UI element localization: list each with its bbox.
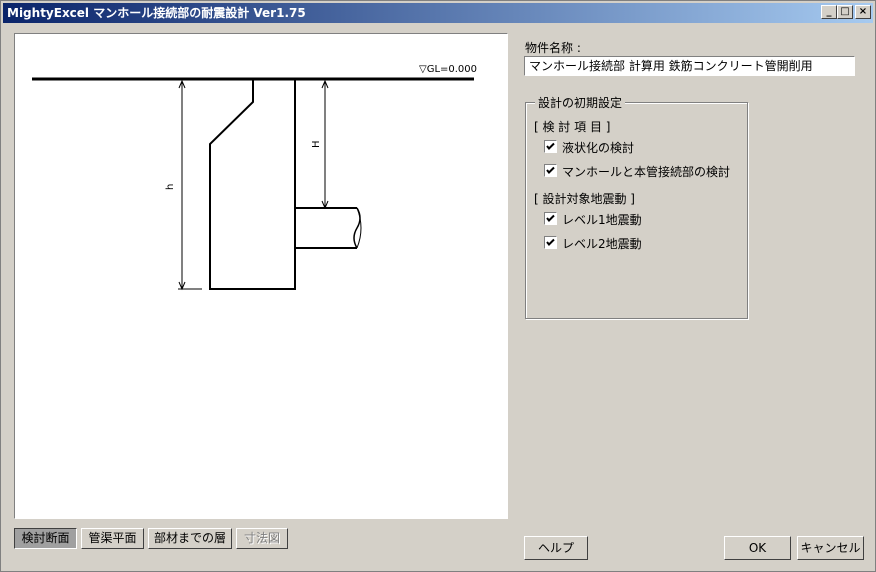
tab-pipe-plan[interactable]: 管渠平面 — [81, 528, 144, 549]
project-name-label: 物件名称 : — [525, 41, 581, 55]
liquefaction-checkbox[interactable] — [544, 140, 557, 153]
level2-label: レベル2地震動 — [562, 237, 642, 251]
joint-check-label: マンホールと本管接続部の検討 — [562, 165, 731, 179]
dim-h-label: h — [165, 184, 176, 190]
cancel-button[interactable]: キャンセル — [797, 536, 864, 560]
help-button[interactable]: ヘルプ — [524, 536, 588, 560]
maximize-button[interactable]: □ — [837, 5, 853, 19]
check-icon — [546, 238, 555, 246]
close-button[interactable]: × — [855, 5, 871, 19]
check-icon — [546, 214, 555, 222]
title-bar[interactable]: MightyExcel マンホール接続部の耐震設計 Ver1.75 _ □ × — [3, 3, 873, 23]
tab-dimensions: 寸法図 — [236, 528, 288, 549]
level2-checkbox[interactable] — [544, 236, 557, 249]
check-icon — [546, 166, 555, 174]
project-name-input[interactable]: マンホール接続部 計算用 鉄筋コンクリート管開削用 — [524, 56, 855, 76]
section-drawing-canvas: ▽GL=0.000 h H — [14, 33, 508, 519]
main-window: MightyExcel マンホール接続部の耐震設計 Ver1.75 _ □ × … — [0, 0, 876, 572]
dim-H-label: H — [311, 140, 322, 148]
tab-layers[interactable]: 部材までの層 — [148, 528, 232, 549]
level1-checkbox[interactable] — [544, 212, 557, 225]
gl-label: ▽GL=0.000 — [419, 64, 477, 75]
joint-check-checkbox[interactable] — [544, 164, 557, 177]
tab-section[interactable]: 検討断面 — [14, 528, 77, 549]
minimize-button[interactable]: _ — [821, 5, 837, 19]
liquefaction-label: 液状化の検討 — [562, 141, 635, 155]
manhole-section-drawing: ▽GL=0.000 h H — [32, 64, 477, 291]
check-items-heading: [ 検 討 項 目 ] — [534, 120, 611, 134]
initial-settings-title: 設計の初期設定 — [535, 94, 626, 111]
window-title: MightyExcel マンホール接続部の耐震設計 Ver1.75 — [7, 6, 306, 20]
seismic-heading: [ 設計対象地震動 ] — [534, 192, 635, 206]
level1-label: レベル1地震動 — [562, 213, 642, 227]
manhole-wall — [209, 80, 296, 290]
ok-button[interactable]: OK — [724, 536, 791, 560]
check-icon — [546, 142, 555, 150]
